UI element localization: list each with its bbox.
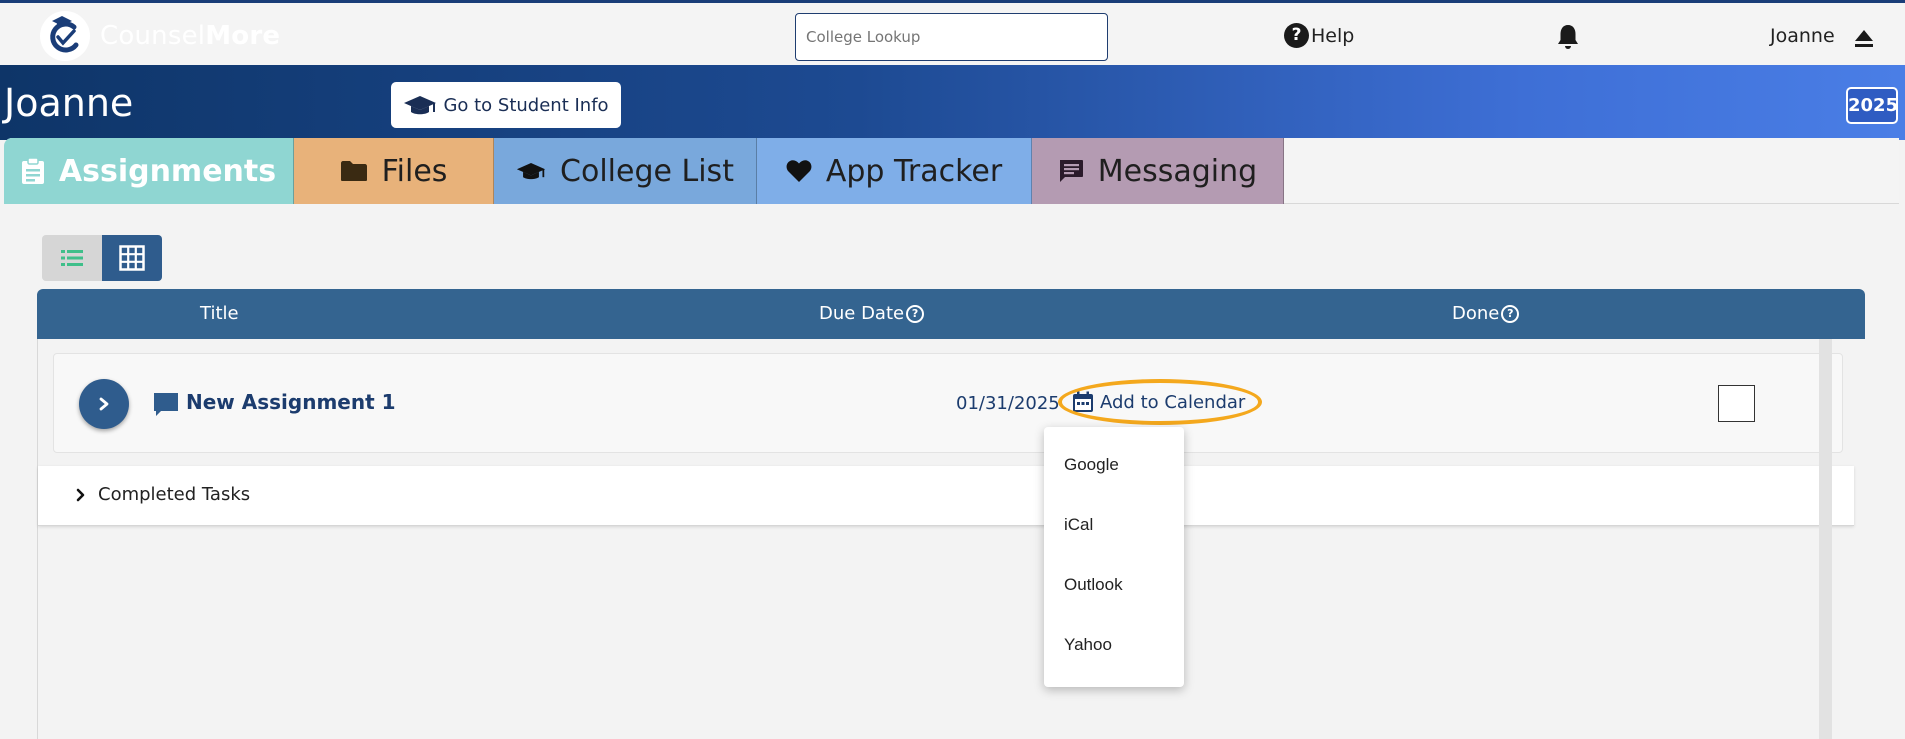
vertical-scrollbar[interactable] <box>1819 339 1832 739</box>
table-header: Title Due Date ? Done ? <box>37 289 1865 339</box>
menu-item-ical[interactable]: iCal <box>1064 515 1174 535</box>
column-done-label: Done <box>1452 303 1500 324</box>
view-toggle <box>42 235 162 281</box>
column-title[interactable]: Title <box>200 303 239 324</box>
logout-eject-icon[interactable] <box>1853 27 1875 49</box>
chevron-right-icon <box>76 488 85 502</box>
tab-files[interactable]: Files <box>294 138 494 204</box>
folder-icon <box>340 160 368 182</box>
done-help-icon[interactable]: ? <box>1501 304 1520 323</box>
student-name: Joanne <box>4 81 134 125</box>
user-name[interactable]: Joanne <box>1770 25 1835 47</box>
assignment-due-date: 01/31/2025 <box>956 393 1060 414</box>
tab-app-tracker-label: App Tracker <box>825 153 1003 189</box>
student-banner: Joanne Go to Student Info 2025 <box>0 65 1905 140</box>
help-link[interactable]: ? Help <box>1284 23 1354 48</box>
app-logo[interactable]: CounselMore <box>38 9 280 63</box>
completed-tasks-label: Completed Tasks <box>98 484 251 505</box>
top-bar: CounselMore ? Help Joanne <box>0 0 1905 65</box>
menu-item-google[interactable]: Google <box>1064 455 1174 475</box>
column-done[interactable]: Done ? <box>1452 303 1520 324</box>
counselmore-logo-icon <box>40 11 90 61</box>
comment-icon[interactable] <box>153 392 179 418</box>
year-badge[interactable]: 2025 <box>1846 87 1898 124</box>
assignment-title[interactable]: New Assignment 1 <box>186 390 396 414</box>
tab-assignments-label: Assignments <box>58 153 277 189</box>
list-view-button[interactable] <box>42 235 102 281</box>
column-title-label: Title <box>200 303 239 324</box>
tab-app-tracker[interactable]: App Tracker <box>757 138 1032 204</box>
tab-bar-filler <box>1284 138 1899 204</box>
tab-college-list[interactable]: College List <box>494 138 757 204</box>
help-label: Help <box>1311 24 1355 47</box>
grid-icon <box>119 245 145 271</box>
add-to-calendar-button[interactable]: Add to Calendar <box>1072 391 1245 413</box>
expand-row-button[interactable] <box>79 379 129 429</box>
tab-messaging-label: Messaging <box>1097 153 1258 189</box>
list-icon <box>61 250 83 266</box>
due-date-help-icon[interactable]: ? <box>906 304 925 323</box>
go-to-student-info-button[interactable]: Go to Student Info <box>391 82 621 128</box>
table-body: New Assignment 1 01/31/2025 Add to Calen… <box>37 339 1855 739</box>
menu-item-outlook[interactable]: Outlook <box>1064 575 1174 595</box>
student-info-label: Go to Student Info <box>443 94 609 116</box>
tab-bar: Assignments Files College List App Track… <box>4 138 1899 204</box>
done-checkbox[interactable] <box>1718 385 1755 422</box>
tab-files-label: Files <box>381 153 448 189</box>
clipboard-icon <box>21 157 45 185</box>
tab-assignments[interactable]: Assignments <box>4 138 294 204</box>
menu-item-yahoo[interactable]: Yahoo <box>1064 635 1174 655</box>
graduation-cap-icon <box>404 96 437 115</box>
grid-view-button[interactable] <box>102 235 162 281</box>
add-to-calendar-label: Add to Calendar <box>1100 391 1246 413</box>
table-row: New Assignment 1 01/31/2025 Add to Calen… <box>53 353 1843 453</box>
column-due-date-label: Due Date <box>819 303 905 324</box>
tab-messaging[interactable]: Messaging <box>1032 138 1284 204</box>
chevron-right-icon <box>99 397 109 411</box>
college-lookup-input[interactable] <box>795 13 1108 61</box>
completed-tasks-toggle[interactable]: Completed Tasks <box>38 466 1854 526</box>
logo-text: CounselMore <box>100 21 281 51</box>
column-due-date[interactable]: Due Date ? <box>819 303 925 324</box>
question-circle-icon: ? <box>1284 23 1309 48</box>
assignments-panel: Assignments Files College List App Track… <box>4 138 1899 739</box>
calendar-icon <box>1073 391 1093 412</box>
notification-bell-icon[interactable] <box>1556 24 1580 50</box>
heart-icon <box>786 159 812 183</box>
message-icon <box>1058 159 1084 183</box>
graduation-cap-icon <box>516 160 546 182</box>
tab-college-list-label: College List <box>560 153 734 189</box>
calendar-options-menu: Google iCal Outlook Yahoo <box>1044 427 1184 687</box>
